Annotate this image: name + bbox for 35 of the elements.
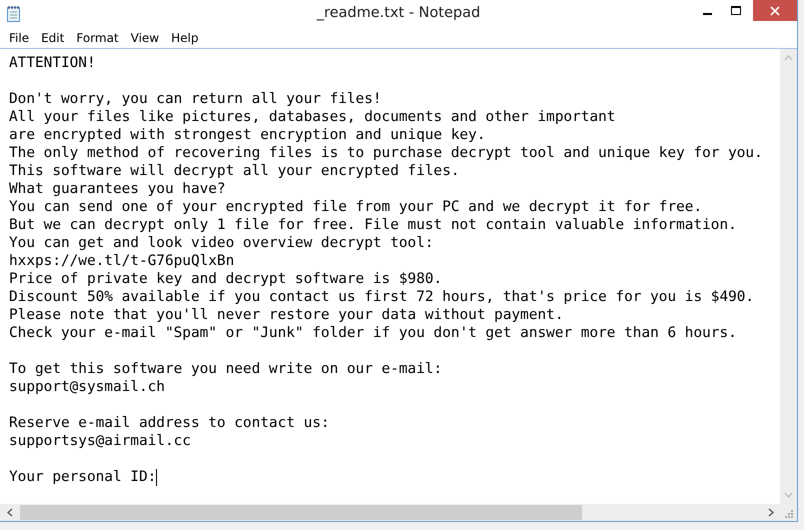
menu-item[interactable]: View [124,30,166,48]
scrollbar-thumb[interactable] [20,505,582,520]
scroll-left-icon[interactable] [7,508,13,517]
text-line: Don't worry, you can return all your files! [9,90,382,108]
text-line: supportsys@airmail.cc [9,432,191,450]
text-line: ATTENTION! [9,54,96,72]
text-line: hxxps://we.tl/t-G76puQlxBn [9,252,234,270]
menu-item[interactable]: Help [165,30,204,48]
close-icon [770,6,780,16]
text-line: You can send one of your encrypted file from your PC and we decrypt it for free. [9,198,702,216]
text-line: What guarantees you have? [9,180,226,198]
minimize-icon [703,13,712,15]
text-line: are encrypted with strongest encryption and unique key. [9,126,486,144]
menu-item[interactable]: Format [70,30,125,48]
notepad-icon [6,5,22,23]
menu-item[interactable]: Edit [35,30,70,48]
text-line: Price of private key and decrypt software is $980. [9,270,442,288]
text-line: All your files like pictures, databases, documents and other important [9,108,616,126]
window-title: _readme.txt - Notepad [316,5,480,21]
text-line: Discount 50% available if you contact us first 72 hours, that's price for you is $490. [9,288,754,306]
text-line: But we can decrypt only 1 file for free. File must not contain valuable information. [9,216,737,234]
close-button[interactable] [753,0,797,21]
scroll-right-icon[interactable] [768,508,774,517]
text-line: Your personal ID: [9,468,156,486]
maximize-icon [730,6,740,16]
size-grip-icon[interactable] [784,509,793,518]
text-line: Check your e-mail "Spam" or "Junk" folder if you don't get answer more than 6 hours. [9,324,737,342]
text-line: The only method of recovering files is to purchase decrypt tool and unique key for you. [9,144,763,162]
text-line: support@sysmail.ch [9,378,165,396]
text-line: Please note that you'll never restore your data without payment. [9,306,564,324]
menu-item[interactable]: File [3,30,36,48]
text-line: Reserve e-mail address to contact us: [9,414,330,432]
text-line: You can get and look video overview decrypt tool: [9,234,434,252]
text-line: To get this software you need write on our e-mail: [9,360,442,378]
text-line: This software will decrypt all your encrypted files. [9,162,460,180]
